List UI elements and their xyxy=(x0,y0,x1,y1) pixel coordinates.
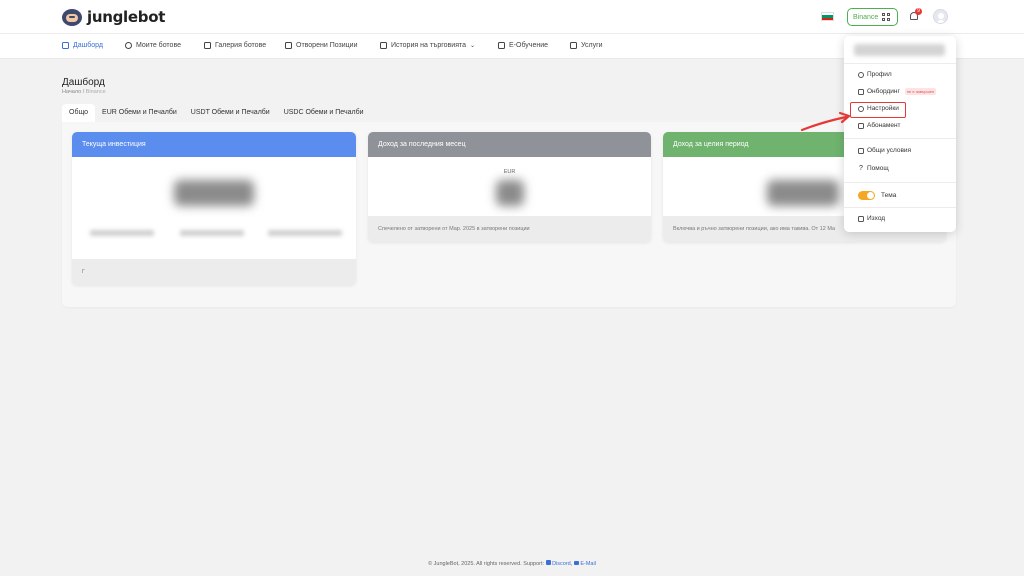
nav-open-positions[interactable]: Отворени Позиции xyxy=(285,42,358,49)
blurred-value xyxy=(496,180,524,206)
menu-item-subscription[interactable]: Абонамент xyxy=(858,122,901,129)
nav-bot-gallery[interactable]: Галерия ботове xyxy=(204,42,266,49)
card-footer: Г xyxy=(72,259,356,285)
book-icon xyxy=(498,42,505,49)
divider xyxy=(844,207,956,208)
card-title: Доход за последния месец xyxy=(368,132,651,157)
divider xyxy=(844,138,956,139)
divider xyxy=(844,182,956,183)
panel-body: Текуща инвестиция Г Доход за последния м… xyxy=(62,122,956,307)
nav-label: Е-Обучение xyxy=(509,42,549,49)
nav-my-bots[interactable]: Моите ботове xyxy=(125,42,181,49)
nav-label: Галерия ботове xyxy=(215,42,267,49)
nav-label: Моите ботове xyxy=(136,42,181,49)
user-dropdown-menu: Профил Онбординг не е завършен Настройки… xyxy=(844,36,956,232)
discord-link[interactable]: Discord xyxy=(552,561,571,567)
brand-logo[interactable]: junglebot xyxy=(62,8,165,26)
email-link[interactable]: E-Mail xyxy=(580,561,596,567)
last-month-income-card: Доход за последния месец EUR Спечелено о… xyxy=(368,132,651,242)
bag-icon xyxy=(858,122,864,129)
nav-trade-history[interactable]: История на търговията ⌄ xyxy=(380,42,475,49)
settings-highlight-box xyxy=(850,102,906,118)
menu-item-profile[interactable]: Профил xyxy=(858,71,892,78)
tab-bar: Общо EUR Обеми и Печалби USDT Обеми и Пе… xyxy=(62,104,371,122)
menu-item-label: Профил xyxy=(867,71,892,78)
nav-label: Услуги xyxy=(581,42,603,49)
breadcrumb: Начало / Binance xyxy=(62,89,106,95)
tab-usdt[interactable]: USDT Обеми и Печалби xyxy=(184,104,277,122)
exchange-arrows-icon xyxy=(380,42,387,49)
calendar-icon xyxy=(285,42,292,49)
menu-item-logout[interactable]: Изход xyxy=(858,215,885,222)
blurred-stat xyxy=(180,230,244,236)
dashboard-icon xyxy=(62,42,69,49)
nav-label: Отворени Позиции xyxy=(296,42,358,49)
breadcrumb-current: Binance xyxy=(85,89,106,95)
divider xyxy=(844,63,956,64)
page-title: Дашборд xyxy=(62,77,105,88)
dashboard-panel: Общо EUR Обеми и Печалби USDT Обеми и Пе… xyxy=(62,104,956,307)
blurred-value xyxy=(174,180,254,206)
menu-item-label: Общи условия xyxy=(867,147,912,154)
tab-overall[interactable]: Общо xyxy=(62,104,96,122)
menu-item-label: Онбординг xyxy=(867,88,900,95)
footer-separator: , xyxy=(570,561,573,567)
monkey-logo-icon xyxy=(62,8,82,26)
user-circle-icon xyxy=(858,71,864,78)
exchange-selector-button[interactable]: Binance xyxy=(847,8,898,26)
menu-item-onboarding[interactable]: Онбординг не е завършен xyxy=(858,88,937,95)
document-icon xyxy=(858,147,864,154)
menu-item-label: Изход xyxy=(867,215,886,222)
notification-badge: 9 xyxy=(915,8,922,15)
blurred-user-name xyxy=(854,44,945,56)
user-avatar[interactable] xyxy=(933,9,948,24)
brand-name: junglebot xyxy=(87,8,166,26)
breadcrumb-separator: / xyxy=(82,89,85,95)
menu-item-theme[interactable]: Тема xyxy=(858,191,896,200)
store-icon xyxy=(204,42,211,49)
email-icon xyxy=(573,561,579,565)
nav-label: Дашборд xyxy=(73,42,103,49)
blurred-stat xyxy=(90,230,154,236)
tab-usdc[interactable]: USDC Обеми и Печалби xyxy=(277,104,371,122)
nav-e-learning[interactable]: Е-Обучение xyxy=(498,42,548,49)
discord-icon xyxy=(545,560,551,565)
card-footer: Спечелено от затворени от Мар. 2025 в за… xyxy=(368,216,651,242)
page-footer: © JungleBot, 2025. All rights reserved. … xyxy=(0,560,1024,576)
chart-bar-icon xyxy=(858,88,864,95)
notifications-button[interactable]: 9 xyxy=(909,8,922,22)
current-investment-card: Текуща инвестиция Г xyxy=(72,132,356,285)
grid-icon xyxy=(882,13,890,21)
menu-item-label: Тема xyxy=(881,192,897,199)
card-title: Текуща инвестиция xyxy=(72,132,356,157)
top-bar: junglebot Binance 9 xyxy=(0,0,1024,34)
theme-toggle[interactable] xyxy=(858,191,875,200)
cube-icon xyxy=(125,42,132,49)
currency-label: EUR xyxy=(503,169,516,175)
menu-item-terms[interactable]: Общи условия xyxy=(858,147,911,154)
footer-copyright: © JungleBot, 2025. All rights reserved. … xyxy=(428,561,545,567)
tab-eur[interactable]: EUR Обеми и Печалби xyxy=(95,104,184,122)
question-icon: ? xyxy=(859,165,863,172)
annotation-arrow xyxy=(800,111,851,132)
menu-item-label: Помощ xyxy=(867,165,889,172)
onboarding-status-badge: не е завършен xyxy=(904,88,937,95)
menu-item-help[interactable]: ? Помощ xyxy=(858,165,889,172)
blurred-stat xyxy=(268,230,342,236)
chevron-down-icon: ⌄ xyxy=(470,43,476,49)
layers-icon xyxy=(570,42,577,49)
nav-dashboard[interactable]: Дашборд xyxy=(62,42,103,49)
nav-label: История на търговията xyxy=(391,42,467,49)
blurred-value xyxy=(767,180,839,206)
bulgarian-flag-icon[interactable] xyxy=(821,12,834,21)
breadcrumb-home[interactable]: Начало xyxy=(62,89,81,95)
exchange-label: Binance xyxy=(853,13,879,21)
nav-services[interactable]: Услуги xyxy=(570,42,603,49)
logout-icon xyxy=(858,215,864,222)
menu-item-label: Абонамент xyxy=(867,122,901,129)
